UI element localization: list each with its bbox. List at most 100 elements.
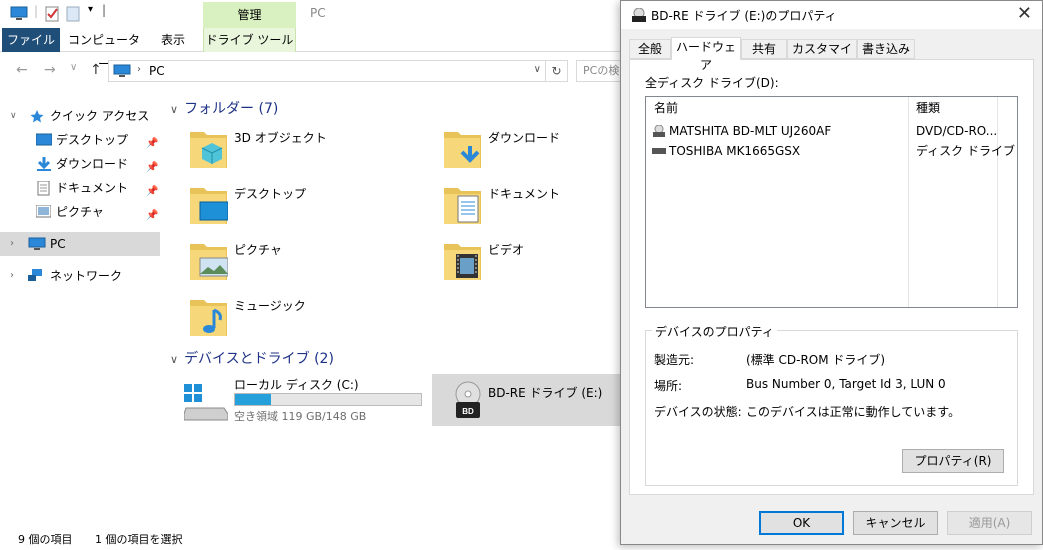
nav-documents[interactable]: ドキュメント 📌 <box>0 176 160 200</box>
folder-label: ドキュメント <box>488 187 561 201</box>
pin-icon[interactable]: 📌 <box>146 204 158 228</box>
nav-label: ネットワーク <box>50 269 123 283</box>
bd-drive-icon: BD <box>455 381 481 418</box>
nav-label: クイック アクセス <box>50 109 150 123</box>
address-dropdown-icon[interactable]: ∨ <box>534 64 541 75</box>
expand-chevron-icon[interactable]: ∨ <box>10 104 17 128</box>
selection-count: 1 個の項目を選択 <box>95 533 183 546</box>
folders-group-header[interactable]: ∨ フォルダー (7) <box>170 98 278 118</box>
folder-music[interactable]: ミュージック <box>188 294 428 344</box>
computer-icon <box>113 64 131 77</box>
pictures-folder-icon <box>190 244 228 280</box>
collapse-chevron-icon[interactable]: ∨ <box>170 103 178 116</box>
ribbon-context-manage: 管理 <box>203 2 296 28</box>
star-icon <box>30 110 44 123</box>
nav-network[interactable]: › ネットワーク <box>0 264 160 288</box>
tab-burning[interactable]: 書き込み <box>857 39 915 59</box>
group-title: フォルダー (7) <box>184 101 279 117</box>
expand-chevron-icon[interactable]: › <box>10 264 14 288</box>
ribbon-tabs: ファイル コンピューター 表示 ドライブ ツール <box>0 28 620 71</box>
hard-disk-icon <box>652 148 666 154</box>
manufacturer-value: (標準 CD-ROM ドライブ) <box>746 353 886 367</box>
expand-chevron-icon[interactable]: › <box>10 232 14 256</box>
dialog-title-bar[interactable]: BD-RE ドライブ (E:)のプロパティ ✕ <box>621 1 1042 29</box>
properties-button[interactable]: プロパティ(R) <box>902 449 1004 473</box>
documents-folder-icon <box>444 188 481 224</box>
column-header-name[interactable]: 名前 <box>654 97 678 119</box>
drive-c-usage-fill <box>235 394 272 405</box>
refresh-icon[interactable]: ↻ <box>546 60 568 82</box>
nav-label: デスクトップ <box>56 133 129 147</box>
3d-objects-icon <box>190 132 227 168</box>
breadcrumb-pc[interactable]: PC <box>149 64 165 78</box>
bd-drive-icon <box>632 8 646 22</box>
customize-qat-icon[interactable]: ▾ <box>88 4 93 15</box>
tab-file[interactable]: ファイル <box>2 28 60 52</box>
tab-view[interactable]: 表示 <box>150 28 196 52</box>
item-count: 9 個の項目 <box>18 533 73 546</box>
manufacturer-label: 製造元: <box>654 353 695 367</box>
nav-label: ドキュメント <box>56 181 129 195</box>
videos-folder-icon <box>444 244 481 280</box>
folder-desktop[interactable]: デスクトップ <box>188 182 428 232</box>
drive-type: ディスク ドライブ <box>916 144 1015 158</box>
drive-c-label: ローカル ディスク (C:) <box>234 378 359 392</box>
dialog-title: BD-RE ドライブ (E:)のプロパティ <box>651 9 837 23</box>
hardware-panel: 全ディスク ドライブ(D): 名前 種類 MATSHITA BD-MLT UJ2… <box>629 59 1034 495</box>
devices-group-header[interactable]: ∨ デバイスとドライブ (2) <box>170 348 334 368</box>
drive-e-label: BD-RE ドライブ (E:) <box>488 386 603 400</box>
disk-drives-list[interactable]: 名前 種類 MATSHITA BD-MLT UJ260AF DVD/CD-RO.… <box>645 96 1018 308</box>
downloads-folder-icon <box>444 132 481 168</box>
status-value: このデバイスは正常に動作しています。 <box>746 405 961 419</box>
nav-downloads[interactable]: ダウンロード 📌 <box>0 152 160 176</box>
separator: | <box>102 3 107 17</box>
new-folder-icon[interactable] <box>66 6 80 22</box>
apply-button[interactable]: 適用(A) <box>947 511 1032 535</box>
list-item[interactable]: TOSHIBA MK1665GSX ディスク ドライブ <box>646 141 1017 161</box>
back-arrow-icon[interactable]: ← <box>16 62 28 78</box>
cancel-button[interactable]: キャンセル <box>853 511 938 535</box>
desktop-folder-icon <box>190 188 228 224</box>
tab-hardware[interactable]: ハードウェア <box>671 37 741 72</box>
network-icon <box>28 269 42 281</box>
address-bar[interactable]: › PC ∨ <box>108 60 546 82</box>
tab-sharing[interactable]: 共有 <box>741 39 787 59</box>
drive-name: MATSHITA BD-MLT UJ260AF <box>669 124 832 138</box>
tab-general[interactable]: 全般 <box>629 39 671 59</box>
column-header-type[interactable]: 種類 <box>916 97 940 119</box>
search-input[interactable]: PCの検 <box>576 60 620 82</box>
folder-label: デスクトップ <box>234 187 307 201</box>
nav-desktop[interactable]: デスクトップ 📌 <box>0 128 160 152</box>
tab-computer[interactable]: コンピューター <box>66 28 142 71</box>
nav-quick-access[interactable]: ∨ クイック アクセス <box>0 104 160 128</box>
list-item[interactable]: MATSHITA BD-MLT UJ260AF DVD/CD-RO... <box>646 121 1017 141</box>
up-arrow-icon[interactable]: ↑ <box>90 62 102 78</box>
folder-pictures[interactable]: ピクチャ <box>188 238 428 288</box>
device-properties-group: デバイスのプロパティ 製造元: (標準 CD-ROM ドライブ) 場所: Bus… <box>645 323 1018 486</box>
computer-icon[interactable] <box>10 6 28 22</box>
drive-e[interactable]: BD BD-RE ドライブ (E:) <box>432 374 620 426</box>
folder-label: ダウンロード <box>488 131 561 145</box>
ok-button[interactable]: OK <box>759 511 844 535</box>
nav-pictures[interactable]: ピクチャ 📌 <box>0 200 160 224</box>
desktop-icon <box>36 133 52 146</box>
folder-label: ピクチャ <box>234 243 282 257</box>
recent-chevron-icon[interactable]: ∨ <box>70 62 77 73</box>
tab-drive-tools[interactable]: ドライブ ツール <box>203 28 296 52</box>
drive-c[interactable]: ローカル ディスク (C:) 空き領域 119 GB/148 GB <box>182 374 426 426</box>
properties-icon[interactable] <box>44 6 60 22</box>
status-label: デバイスの状態: <box>654 405 742 419</box>
nav-label: ピクチャ <box>56 205 104 219</box>
forward-arrow-icon[interactable]: → <box>44 62 56 78</box>
tab-customize[interactable]: カスタマイズ <box>787 39 857 74</box>
location-value: Bus Number 0, Target Id 3, LUN 0 <box>746 377 946 391</box>
pictures-icon <box>36 205 51 218</box>
nav-pc[interactable]: › PC <box>0 232 160 256</box>
drive-c-usage-bar <box>234 393 422 406</box>
close-icon[interactable]: ✕ <box>1017 3 1032 24</box>
folder-3d-objects[interactable]: 3D オブジェクト <box>188 126 428 176</box>
folder-label: ミュージック <box>234 299 306 313</box>
local-disk-icon <box>184 384 228 421</box>
collapse-chevron-icon[interactable]: ∨ <box>170 353 178 366</box>
separator: | <box>34 4 39 18</box>
